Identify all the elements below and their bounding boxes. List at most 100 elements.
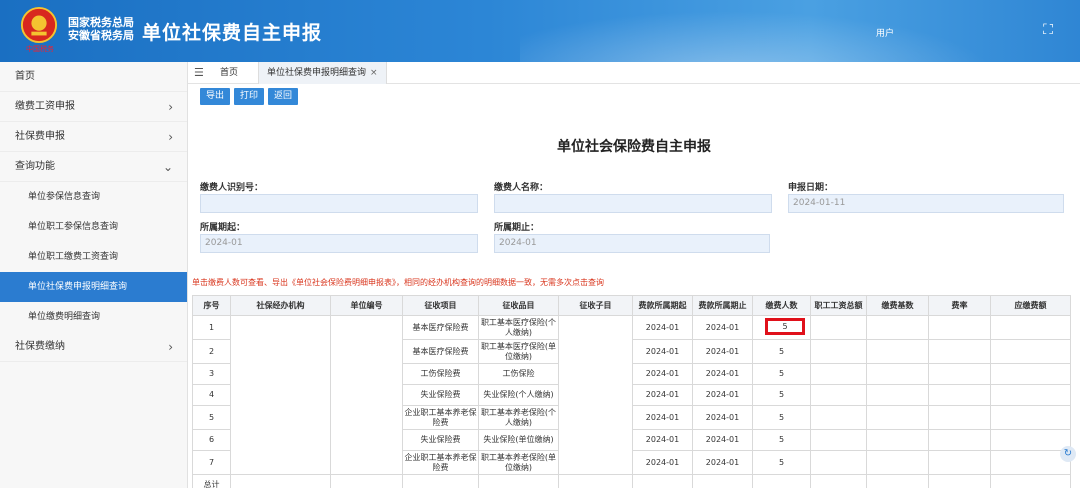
cell-wage xyxy=(810,405,867,430)
chevron-down-icon: ⌄ xyxy=(162,160,173,174)
user-menu[interactable]: 用户 xyxy=(876,26,894,39)
table-total-row: 总计 xyxy=(192,474,1071,488)
col-header: 缴费人数 xyxy=(752,295,811,316)
close-icon[interactable]: × xyxy=(370,68,378,78)
payer-count-link[interactable]: 5 xyxy=(765,318,805,335)
payer-id-field[interactable] xyxy=(200,194,478,213)
sidebar-subitem-employee-insured[interactable]: 单位职工参保信息查询 xyxy=(0,212,187,242)
cell-item: 基本医疗保险费 xyxy=(402,339,479,364)
declare-date-label: 申报日期： xyxy=(788,183,834,193)
export-button[interactable]: 导出 xyxy=(200,88,231,105)
sidebar-item-payment[interactable]: 社保费缴纳 › xyxy=(0,332,187,362)
print-button[interactable]: 打印 xyxy=(234,88,265,105)
cell-total xyxy=(866,474,929,488)
cell-rate xyxy=(928,429,991,451)
sidebar-item-wage-declare[interactable]: 缴费工资申报 › xyxy=(0,92,187,122)
cell-no: 1 xyxy=(192,315,231,340)
sidebar-item-label: 社保费申报 xyxy=(15,131,65,142)
cell-end: 2024-01 xyxy=(692,315,753,340)
cell-end: 2024-01 xyxy=(692,384,753,406)
payer-name-field[interactable] xyxy=(494,194,772,213)
sidebar-item-social-declare[interactable]: 社保费申报 › xyxy=(0,122,187,152)
table-header-row: 序号 社保经办机构 单位编号 征收项目 征收品目 征收子目 费款所属期起 费款所… xyxy=(192,295,1071,316)
payer-count-link[interactable]: 5 xyxy=(752,405,811,430)
col-header: 征收品目 xyxy=(478,295,559,316)
chevron-right-icon: › xyxy=(168,100,173,114)
cell-amount xyxy=(990,429,1071,451)
cell-sub: 职工基本医疗保险(单位缴纳) xyxy=(478,339,559,364)
sidebar-subitem-unit-insured[interactable]: 单位参保信息查询 xyxy=(0,182,187,212)
period-start-field[interactable]: 2024-01 xyxy=(200,234,478,253)
payer-name-label: 缴费人名称： xyxy=(494,183,549,193)
payer-count-link[interactable]: 5 xyxy=(752,429,811,451)
tab-declare-detail[interactable]: 单位社保费申报明细查询 × xyxy=(258,62,387,84)
cell-no: 5 xyxy=(192,405,231,430)
cell-no: 3 xyxy=(192,363,231,385)
sidebar: 首页 缴费工资申报 › 社保费申报 › 查询功能 ⌄ 单位参保信息查询 单位职工… xyxy=(0,62,188,488)
payer-count-link[interactable]: 5 xyxy=(752,384,811,406)
chevron-right-icon: › xyxy=(168,340,173,354)
col-header: 费率 xyxy=(928,295,991,316)
sidebar-subitem-employee-wage[interactable]: 单位职工缴费工资查询 xyxy=(0,242,187,272)
cell-sub: 工伤保险 xyxy=(478,363,559,385)
cell-total xyxy=(928,474,991,488)
cell-end: 2024-01 xyxy=(692,405,753,430)
notice-text: 单击缴费人数可查看、导出《单位社会保险费明细申报表》，相同的经办机构查询的明细数… xyxy=(192,278,604,287)
cell-base xyxy=(866,315,929,340)
cell-count-highlighted[interactable]: 5 xyxy=(752,315,811,340)
cell-sub: 职工基本养老保险(单位缴纳) xyxy=(478,450,559,475)
declare-detail-table: 序号 社保经办机构 单位编号 征收项目 征收品目 征收子目 费款所属期起 费款所… xyxy=(192,295,1071,488)
payer-count-link[interactable]: 5 xyxy=(752,363,811,385)
payer-count-link[interactable]: 5 xyxy=(752,450,811,475)
cell-base xyxy=(866,384,929,406)
sidebar-subitem-payment-detail[interactable]: 单位缴费明细查询 xyxy=(0,302,187,332)
cell-rate xyxy=(928,339,991,364)
cell-base xyxy=(866,339,929,364)
cell-wage xyxy=(810,429,867,451)
cell-end: 2024-01 xyxy=(692,363,753,385)
cell-wage xyxy=(810,450,867,475)
org-line-2: 安徽省税务局 xyxy=(68,29,134,42)
declare-date-field[interactable]: 2024-01-11 xyxy=(788,194,1064,213)
period-end-field[interactable]: 2024-01 xyxy=(494,234,770,253)
cell-base xyxy=(866,405,929,430)
cell-wage xyxy=(810,384,867,406)
cell-start: 2024-01 xyxy=(632,384,693,406)
sidebar-item-label: 缴费工资申报 xyxy=(15,101,75,112)
query-form: 缴费人识别号： 缴费人名称： 申报日期： 2024-01-11 所属期起： 20… xyxy=(200,178,1070,268)
payer-id-label: 缴费人识别号： xyxy=(200,183,264,193)
back-button[interactable]: 返回 xyxy=(268,88,299,105)
col-header: 单位编号 xyxy=(330,295,403,316)
cell-wage xyxy=(810,363,867,385)
app-title: 单位社保费自主申报 xyxy=(142,22,323,44)
cell-amount xyxy=(990,363,1071,385)
tab-home[interactable]: 首页 xyxy=(212,62,246,84)
cell-total xyxy=(692,474,753,488)
fullscreen-icon[interactable]: ⛶ xyxy=(1040,22,1056,38)
tab-bar: ☰ 首页 单位社保费申报明细查询 × xyxy=(188,62,1080,84)
cell-sub: 职工基本医疗保险(个人缴纳) xyxy=(478,315,559,340)
sidebar-item-label: 首页 xyxy=(15,71,35,82)
sidebar-item-label: 社保费缴纳 xyxy=(15,341,65,352)
sidebar-item-label: 查询功能 xyxy=(15,161,55,172)
cell-start: 2024-01 xyxy=(632,429,693,451)
sidebar-item-home[interactable]: 首页 xyxy=(0,62,187,92)
float-help-icon[interactable]: ↻ xyxy=(1060,446,1076,462)
header-decoration xyxy=(520,0,1040,62)
col-header: 费款所属期起 xyxy=(632,295,693,316)
col-header: 征收子目 xyxy=(558,295,633,316)
emblem-seal-text: 中国税务 xyxy=(26,45,54,53)
cell-total xyxy=(632,474,693,488)
cell-total xyxy=(478,474,559,488)
cell-amount xyxy=(990,384,1071,406)
cell-amount xyxy=(990,450,1071,475)
cell-end: 2024-01 xyxy=(692,339,753,364)
page-title: 单位社会保险费自主申报 xyxy=(557,139,711,155)
chevron-right-icon: › xyxy=(168,130,173,144)
sidebar-item-query[interactable]: 查询功能 ⌄ xyxy=(0,152,187,182)
menu-toggle-icon[interactable]: ☰ xyxy=(194,66,204,79)
sidebar-subitem-declare-detail[interactable]: 单位社保费申报明细查询 xyxy=(0,272,187,302)
tab-label: 单位社保费申报明细查询 xyxy=(267,68,367,78)
cell-amount xyxy=(990,339,1071,364)
payer-count-link[interactable]: 5 xyxy=(752,339,811,364)
